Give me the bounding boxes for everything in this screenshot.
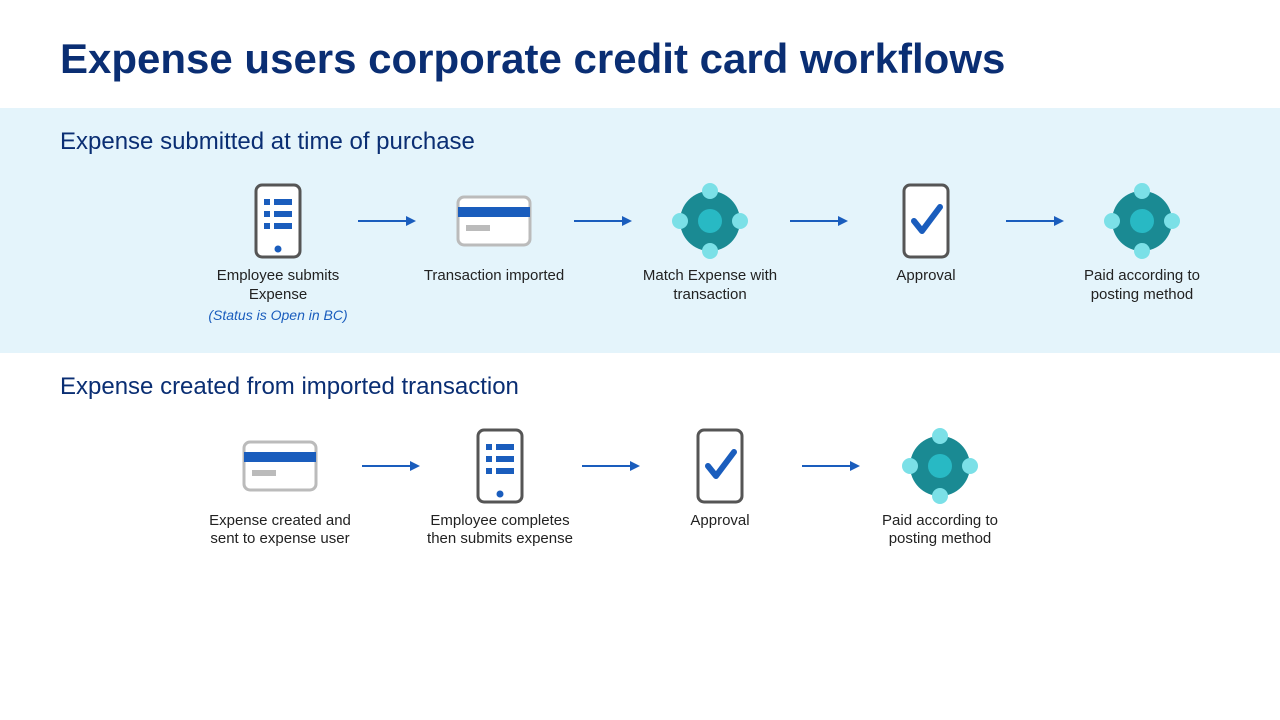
workflow-step: Transaction imported [416,181,572,286]
workflow-step: Paid according to posting method [1064,181,1220,305]
phone-list-icon [252,181,304,261]
workflow-step: Expense created and sent to expense user [200,426,360,550]
hub-icon [898,426,982,506]
arrow-right-icon [356,181,416,261]
phone-list-icon [474,426,526,506]
workflow-section: Expense submitted at time of purchase Em… [0,108,1280,353]
section-title: Expense created from imported transactio… [60,373,1220,401]
step-label: Transaction imported [424,267,564,286]
arrow-right-icon [1004,181,1064,261]
step-label: Match Expense with transaction [632,267,788,305]
phone-check-icon [900,181,952,261]
phone-check-icon [694,426,746,506]
section-title: Expense submitted at time of purchase [60,128,1220,156]
arrow-right-icon [800,426,860,506]
step-label: Approval [690,512,749,531]
arrow-right-icon [580,426,640,506]
step-label: Employee completes then submits expense [420,512,580,550]
workflow-step: Employee completes then submits expense [420,426,580,550]
hub-icon [668,181,752,261]
workflow-section: Expense created from imported transactio… [0,353,1280,580]
step-label: Approval [896,267,955,286]
arrow-right-icon [360,426,420,506]
workflow-step: Approval [640,426,800,531]
workflow-step: Match Expense with transaction [632,181,788,305]
arrow-right-icon [788,181,848,261]
hub-icon [1100,181,1184,261]
step-label: Paid according to posting method [1064,267,1220,305]
workflow-row: Employee submits Expense (Status is Open … [60,181,1220,323]
step-label: Employee submits Expense [200,267,356,305]
page-title: Expense users corporate credit card work… [0,0,1280,108]
card-icon [240,426,320,506]
workflow-step: Paid according to posting method [860,426,1020,550]
workflow-row: Expense created and sent to expense user… [60,426,1220,550]
step-label: Paid according to posting method [860,512,1020,550]
card-icon [454,181,534,261]
arrow-right-icon [572,181,632,261]
workflow-step: Employee submits Expense (Status is Open … [200,181,356,323]
step-label: Expense created and sent to expense user [200,512,360,550]
step-sublabel: (Status is Open in BC) [208,307,347,323]
workflow-step: Approval [848,181,1004,286]
